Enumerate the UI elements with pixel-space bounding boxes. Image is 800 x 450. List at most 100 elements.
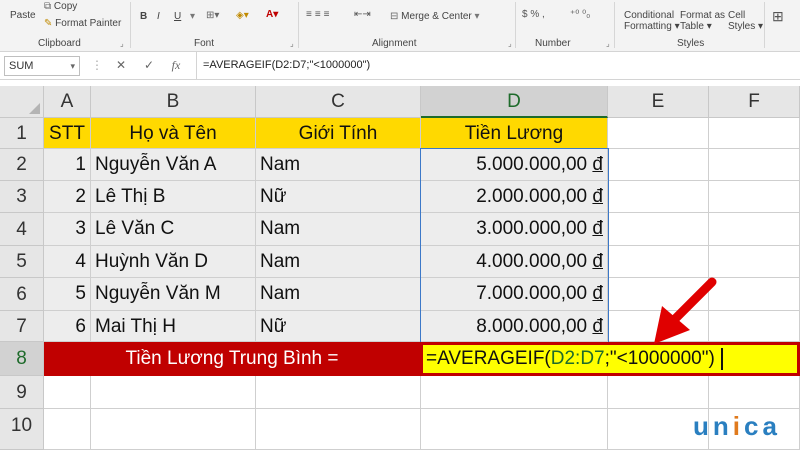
name-box[interactable]: SUM ▾ xyxy=(4,56,80,76)
name-cell[interactable]: Huỳnh Văn D xyxy=(91,246,256,278)
salary-cell[interactable]: 7.000.000,00 đ xyxy=(421,278,608,311)
enter-icon[interactable]: ✓ xyxy=(140,58,158,72)
cell-f3[interactable] xyxy=(709,181,800,213)
name-cell[interactable]: Nguyễn Văn M xyxy=(91,278,256,311)
cell-e2[interactable] xyxy=(608,149,709,181)
stt-cell[interactable]: 4 xyxy=(44,246,91,278)
name-cell[interactable]: Lê Thị B xyxy=(91,181,256,213)
align-buttons-icon[interactable]: ≡≡≡ xyxy=(306,9,333,20)
header-salary-cell[interactable]: Tiền Lương xyxy=(421,118,608,149)
cell-f9[interactable] xyxy=(709,376,800,409)
column-header-c[interactable]: C xyxy=(256,86,421,118)
logo-letter-a: a xyxy=(762,411,781,441)
row-header-9[interactable]: 9 xyxy=(0,376,44,409)
font-launcher-icon[interactable]: ⌟ xyxy=(290,39,294,48)
cell-f1[interactable] xyxy=(709,118,800,149)
active-cell-d8[interactable]: =AVERAGEIF(D2:D7;"<1000000") xyxy=(420,342,800,376)
row-header-3[interactable]: 3 xyxy=(0,181,44,213)
stt-cell[interactable]: 2 xyxy=(44,181,91,213)
name-cell[interactable]: Nguyễn Văn A xyxy=(91,149,256,181)
column-header-b[interactable]: B xyxy=(91,86,256,118)
gender-cell[interactable]: Nam xyxy=(256,278,421,311)
row-header-6[interactable]: 6 xyxy=(0,278,44,311)
clipboard-launcher-icon[interactable]: ⌟ xyxy=(120,39,124,48)
divider xyxy=(298,2,299,48)
copy-button[interactable]: ⧉ Copy xyxy=(44,1,77,12)
format-painter-button[interactable]: ✎ Format Painter xyxy=(44,18,121,29)
row-header-2[interactable]: 2 xyxy=(0,149,44,181)
cell-f2[interactable] xyxy=(709,149,800,181)
cell-d10[interactable] xyxy=(421,409,608,450)
cell-f4[interactable] xyxy=(709,213,800,246)
formula-input[interactable]: =AVERAGEIF(D2:D7;"<1000000") xyxy=(196,52,800,79)
column-header-e[interactable]: E xyxy=(608,86,709,118)
name-box-dropdown-icon[interactable]: ▾ xyxy=(70,57,75,75)
row-header-8[interactable]: 8 xyxy=(0,342,44,376)
cell-e9[interactable] xyxy=(608,376,709,409)
insert-function-icon[interactable]: fx xyxy=(167,58,185,73)
row-header-7[interactable]: 7 xyxy=(0,311,44,342)
gender-cell[interactable]: Nam xyxy=(256,149,421,181)
fill-color-icon[interactable]: ◈▾ xyxy=(236,10,249,21)
format-as-table-button[interactable]: Format as Table ▾ xyxy=(680,10,725,32)
decimal-buttons-icon[interactable]: ⁺⁰ ⁰₀ xyxy=(570,9,590,20)
alignment-launcher-icon[interactable]: ⌟ xyxy=(508,39,512,48)
bold-button[interactable]: B xyxy=(140,11,147,22)
cell-e1[interactable] xyxy=(608,118,709,149)
row-header-5[interactable]: 5 xyxy=(0,246,44,278)
header-stt-cell[interactable]: STT xyxy=(44,118,91,149)
cell-e4[interactable] xyxy=(608,213,709,246)
underline-dropdown-icon[interactable]: ▾ xyxy=(190,11,195,22)
conditional-formatting-button[interactable]: Conditional Formatting ▾ xyxy=(624,10,680,32)
cell-e3[interactable] xyxy=(608,181,709,213)
salary-cell[interactable]: 2.000.000,00 đ xyxy=(421,181,608,213)
salary-cell[interactable]: 8.000.000,00 đ xyxy=(421,311,608,342)
gender-cell[interactable]: Nam xyxy=(256,213,421,246)
cancel-icon[interactable]: ✕ xyxy=(112,58,130,72)
borders-icon[interactable]: ⊞▾ xyxy=(206,10,219,21)
row-header-10[interactable]: 10 xyxy=(0,409,44,450)
name-cell[interactable]: Mai Thị H xyxy=(91,311,256,342)
cell-a9[interactable] xyxy=(44,376,91,409)
salary-cell[interactable]: 3.000.000,00 đ xyxy=(421,213,608,246)
gender-cell[interactable]: Nữ xyxy=(256,181,421,213)
salary-cell[interactable]: 4.000.000,00 đ xyxy=(421,246,608,278)
merge-center-button[interactable]: ⊟ Merge & Center ▾ xyxy=(390,11,480,22)
cell-c10[interactable] xyxy=(256,409,421,450)
stt-cell[interactable]: 5 xyxy=(44,278,91,311)
merge-icon: ⊟ xyxy=(390,11,399,22)
stt-cell[interactable]: 3 xyxy=(44,213,91,246)
select-all-corner[interactable] xyxy=(0,86,44,118)
number-format-buttons-icon[interactable]: $ % , xyxy=(522,9,545,20)
font-color-icon[interactable]: A▾ xyxy=(266,9,278,20)
currency-symbol: đ xyxy=(592,154,603,175)
stt-cell[interactable]: 1 xyxy=(44,149,91,181)
header-gender-cell[interactable]: Giới Tính xyxy=(256,118,421,149)
cell-c9[interactable] xyxy=(256,376,421,409)
paste-button[interactable]: Paste xyxy=(10,10,36,21)
indent-buttons-icon[interactable]: ⇤⇥ xyxy=(354,9,371,20)
number-launcher-icon[interactable]: ⌟ xyxy=(606,39,610,48)
cell-a10[interactable] xyxy=(44,409,91,450)
row-header-4[interactable]: 4 xyxy=(0,213,44,246)
gender-cell[interactable]: Nam xyxy=(256,246,421,278)
column-header-a[interactable]: A xyxy=(44,86,91,118)
cell-b10[interactable] xyxy=(91,409,256,450)
salary-cell[interactable]: 5.000.000,00 đ xyxy=(421,149,608,181)
underline-button[interactable]: U xyxy=(174,11,181,22)
header-name-cell[interactable]: Họ và Tên xyxy=(91,118,256,149)
divider xyxy=(764,2,765,48)
row-header-1[interactable]: 1 xyxy=(0,118,44,149)
cell-b9[interactable] xyxy=(91,376,256,409)
italic-button[interactable]: I xyxy=(157,11,160,22)
average-label-cell[interactable]: Tiền Lương Trung Bình = xyxy=(44,342,420,376)
column-header-f[interactable]: F xyxy=(709,86,800,118)
cell-styles-button[interactable]: Cell Styles ▾ xyxy=(728,10,763,32)
conditional-formatting-label: Conditional xyxy=(624,10,675,21)
insert-cells-icon[interactable]: ⊞ xyxy=(772,8,784,25)
stt-cell[interactable]: 6 xyxy=(44,311,91,342)
name-cell[interactable]: Lê Văn C xyxy=(91,213,256,246)
column-header-d[interactable]: D xyxy=(421,86,608,118)
gender-cell[interactable]: Nữ xyxy=(256,311,421,342)
cell-d9[interactable] xyxy=(421,376,608,409)
